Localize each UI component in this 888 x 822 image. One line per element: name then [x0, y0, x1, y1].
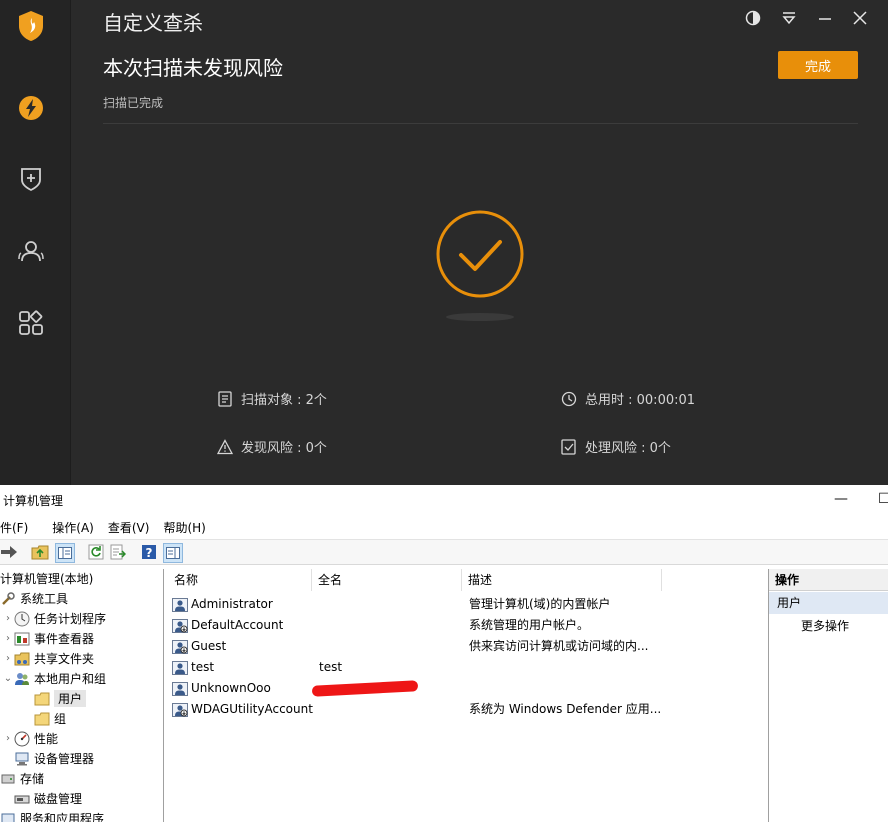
- window-title: 计算机管理: [3, 494, 64, 508]
- users-group-icon: [14, 671, 30, 687]
- show-action-pane-icon[interactable]: [163, 543, 183, 563]
- computer-management-window: 计算机管理 — ☐ 件(F) 操作(A) 查看(V) 帮助(H) ? 计算机管理…: [0, 485, 888, 822]
- tree-item-groups[interactable]: 组: [34, 709, 66, 728]
- svg-text:?: ?: [146, 546, 153, 560]
- menu-view[interactable]: 查看(V): [108, 518, 150, 538]
- scan-result-headline: 本次扫描未发现风险: [103, 56, 283, 80]
- table-row[interactable]: DefaultAccount 系统管理的用户帐户。: [172, 615, 762, 635]
- export-list-icon[interactable]: [109, 543, 127, 561]
- stat-total-time: 总用时 : 00:00:01: [560, 389, 695, 408]
- check-shadow: [446, 313, 514, 321]
- user-icon: [172, 659, 188, 675]
- tools-icon: [0, 591, 16, 607]
- tree-item-performance[interactable]: › 性能: [2, 729, 58, 748]
- tree-item-computer-management[interactable]: 计算机管理(本地): [0, 569, 93, 588]
- close-icon[interactable]: [851, 9, 869, 27]
- tree-item-storage[interactable]: 存储: [0, 769, 44, 788]
- toolbar: ?: [0, 539, 888, 565]
- menu-bar: 件(F) 操作(A) 查看(V) 帮助(H): [0, 518, 888, 538]
- table-row[interactable]: Administrator 管理计算机(域)的内置帐户: [172, 594, 762, 614]
- document-icon: [216, 390, 234, 408]
- tree-item-users[interactable]: 用户: [34, 689, 87, 708]
- warning-icon: [216, 438, 234, 456]
- minimize-icon[interactable]: —: [834, 491, 848, 507]
- apps-icon[interactable]: [17, 309, 45, 337]
- tree-item-local-users-groups[interactable]: ⌄ 本地用户和组: [2, 669, 106, 688]
- table-row[interactable]: WDAGUtilityAccount 系统为 Windows Defender …: [172, 699, 762, 719]
- checkbox-icon: [560, 438, 578, 456]
- stat-scan-targets: 扫描对象 : 2个: [216, 389, 327, 408]
- tree-item-services-applications[interactable]: 服务和应用程序: [0, 809, 104, 822]
- user-disabled-icon: [172, 638, 188, 654]
- user-disabled-icon: [172, 701, 188, 717]
- clock-icon: [14, 611, 30, 627]
- actions-pane: 操作 用户 更多操作: [768, 569, 888, 822]
- table-row[interactable]: UnknownOoo: [172, 678, 762, 698]
- column-header-full-name[interactable]: 全名: [312, 569, 462, 591]
- shield-plus-icon[interactable]: [17, 165, 45, 193]
- security-app-window: 自定义查杀 本次扫描未发现风险 扫描已完成 完成 扫描对象 : 2个 总用时 :…: [0, 0, 888, 485]
- actions-header: 操作: [769, 569, 888, 591]
- user-icon: [172, 596, 188, 612]
- tree-item-shared-folders[interactable]: › 共享文件夹: [2, 649, 94, 668]
- actions-section-users[interactable]: 用户: [769, 592, 888, 614]
- table-row[interactable]: test test: [172, 657, 762, 677]
- success-check-icon: [435, 209, 525, 299]
- tree-item-event-viewer[interactable]: › 事件查看器: [2, 629, 94, 648]
- minimize-icon[interactable]: [816, 9, 834, 27]
- done-button[interactable]: 完成: [778, 51, 858, 79]
- lightning-icon[interactable]: [17, 94, 45, 122]
- up-folder-icon[interactable]: [31, 543, 49, 561]
- column-header-name[interactable]: 名称: [168, 569, 312, 591]
- tree-item-device-manager[interactable]: 设备管理器: [14, 749, 94, 768]
- help-icon[interactable]: ?: [140, 543, 158, 561]
- disk-icon: [14, 791, 30, 807]
- sidebar: [0, 0, 71, 485]
- theme-icon[interactable]: [744, 9, 762, 27]
- device-manager-icon: [14, 751, 30, 767]
- maximize-icon[interactable]: ☐: [878, 491, 888, 507]
- users-icon[interactable]: [17, 237, 45, 265]
- services-icon: [0, 811, 16, 822]
- forward-icon[interactable]: [0, 543, 18, 561]
- clock-icon: [560, 390, 578, 408]
- more-actions-link[interactable]: 更多操作: [801, 617, 849, 635]
- event-viewer-icon: [14, 631, 30, 647]
- stat-risks-found: 发现风险 : 0个: [216, 437, 327, 456]
- tree-item-system-tools[interactable]: 系统工具: [0, 589, 68, 608]
- menu-file[interactable]: 件(F): [0, 518, 28, 538]
- user-disabled-icon: [172, 617, 188, 633]
- user-icon: [172, 680, 188, 696]
- table-row[interactable]: Guest 供来宾访问计算机或访问域的内...: [172, 636, 762, 656]
- scan-status: 扫描已完成: [103, 96, 164, 110]
- shared-folder-icon: [14, 651, 30, 667]
- storage-icon: [0, 771, 16, 787]
- menu-action[interactable]: 操作(A): [52, 518, 94, 538]
- show-tree-icon[interactable]: [55, 543, 75, 563]
- tree-item-disk-management[interactable]: 磁盘管理: [14, 789, 82, 808]
- menu-help[interactable]: 帮助(H): [163, 518, 205, 538]
- shield-logo-icon: [17, 11, 45, 41]
- dropdown-icon[interactable]: [780, 9, 798, 27]
- folder-icon: [34, 691, 50, 707]
- window-title: 自定义查杀: [103, 11, 203, 35]
- console-tree: 计算机管理(本地) 系统工具 › 任务计划程序 › 事件查看器 › 共享文件夹 …: [0, 569, 164, 822]
- users-list: 名称 全名 描述 Administrator 管理计算机(域)的内置帐户 Def…: [168, 569, 766, 822]
- tree-item-task-scheduler[interactable]: › 任务计划程序: [2, 609, 106, 628]
- divider: [103, 123, 858, 124]
- stat-risks-handled: 处理风险 : 0个: [560, 437, 671, 456]
- column-header-description[interactable]: 描述: [462, 569, 662, 591]
- performance-icon: [14, 731, 30, 747]
- folder-icon: [34, 711, 50, 727]
- refresh-icon[interactable]: [87, 543, 105, 561]
